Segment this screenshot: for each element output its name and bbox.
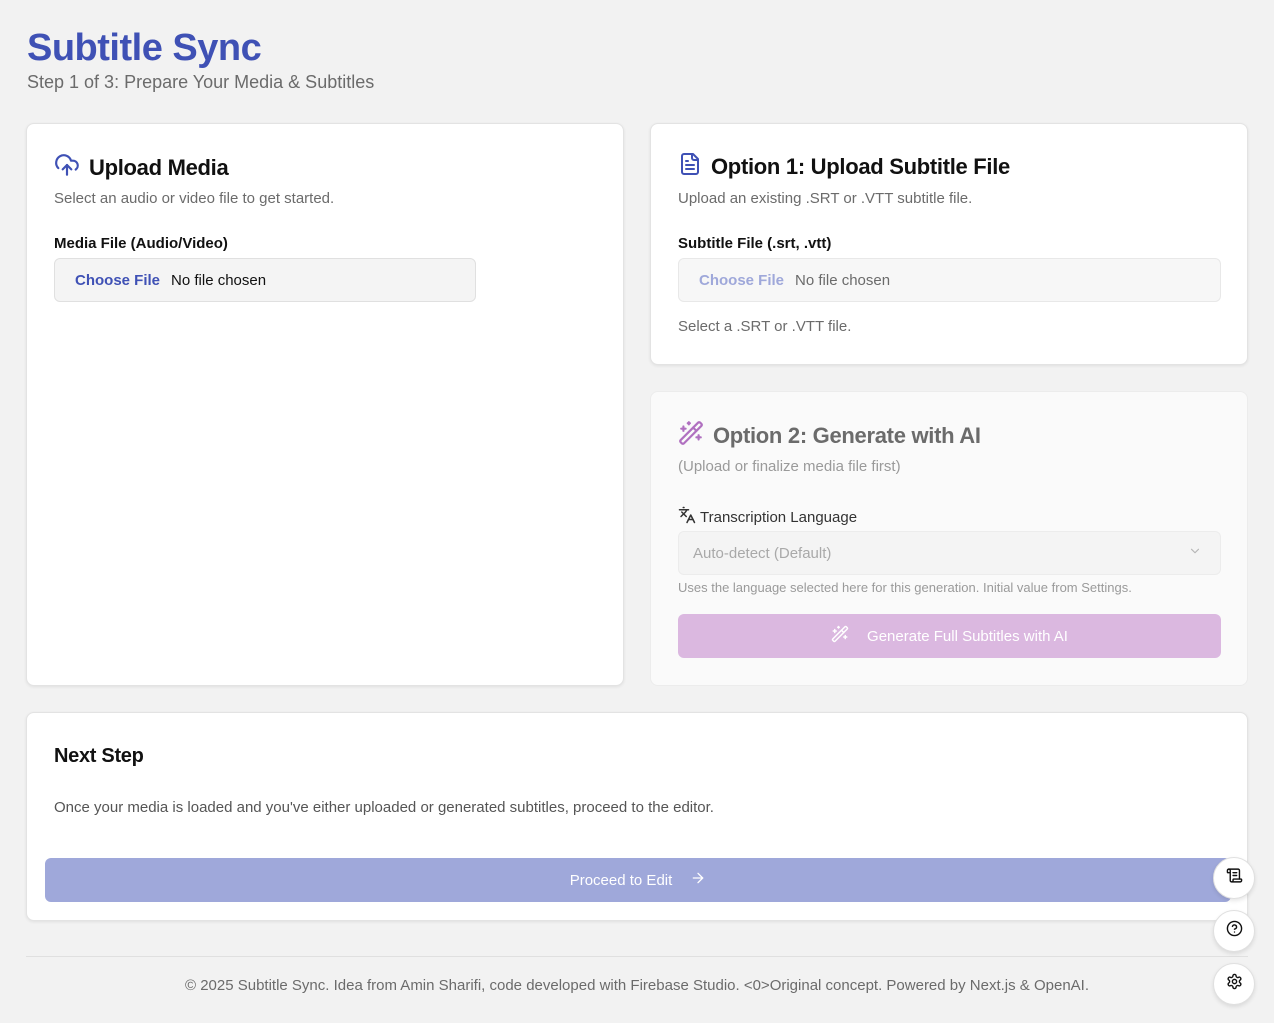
generate-ai-header: Option 2: Generate with AI [678,420,981,451]
subtitle-file-status: No file chosen [795,271,891,289]
subtitle-file-card: Option 1: Upload Subtitle File Upload an… [650,123,1248,365]
proceed-to-edit-button[interactable]: Proceed to Edit [45,858,1231,902]
magic-wand-icon [831,625,867,647]
scroll-log-button[interactable] [1213,857,1255,899]
language-selected-value: Auto-detect (Default) [693,544,832,562]
media-file-input[interactable]: Choose File No file chosen [54,258,476,302]
generate-subtitles-button[interactable]: Generate Full Subtitles with AI [678,614,1221,658]
generate-subtitles-label: Generate Full Subtitles with AI [867,627,1068,645]
subtitle-file-label: Subtitle File (.srt, .vtt) [678,235,832,252]
media-file-label: Media File (Audio/Video) [54,235,228,252]
media-file-status: No file chosen [171,271,267,289]
settings-button[interactable] [1213,963,1255,1005]
language-note: Uses the language selected here for this… [678,580,1132,595]
arrow-right-icon [672,870,706,890]
upload-media-card: Upload Media Select an audio or video fi… [26,123,624,686]
subtitle-file-header: Option 1: Upload Subtitle File [678,152,1010,181]
subtitle-choose-file-button[interactable]: Choose File [699,272,784,289]
magic-wand-icon [678,420,713,451]
generate-ai-title: Option 2: Generate with AI [713,422,981,448]
next-step-description: Once your media is loaded and you've eit… [54,799,714,816]
gear-icon [1226,973,1243,995]
upload-media-title: Upload Media [89,154,229,180]
subtitle-file-description: Upload an existing .SRT or .VTT subtitle… [678,190,973,207]
help-button[interactable] [1213,910,1255,952]
next-step-card: Next Step Once your media is loaded and … [26,712,1248,921]
proceed-to-edit-label: Proceed to Edit [569,871,673,889]
cloud-upload-icon [54,152,89,183]
upload-media-description: Select an audio or video file to get sta… [54,190,335,207]
next-step-title: Next Step [54,745,144,767]
subtitle-file-title: Option 1: Upload Subtitle File [711,153,1010,179]
footer-text: © 2025 Subtitle Sync. Idea from Amin Sha… [184,977,1090,994]
help-circle-icon [1226,920,1243,942]
translate-icon [678,506,700,528]
upload-media-header: Upload Media [54,152,229,183]
app-title: Subtitle Sync [27,27,262,69]
transcription-language-select[interactable]: Auto-detect (Default) [678,531,1221,575]
step-subtitle: Step 1 of 3: Prepare Your Media & Subtit… [27,72,375,92]
transcription-language-text: Transcription Language [700,508,858,526]
media-choose-file-button[interactable]: Choose File [75,272,160,289]
transcription-language-label: Transcription Language [678,506,857,528]
subtitle-file-hint: Select a .SRT or .VTT file. [678,318,852,335]
generate-ai-card: Option 2: Generate with AI (Upload or fi… [650,391,1248,686]
file-text-icon [678,152,711,181]
generate-ai-description: (Upload or finalize media file first) [678,458,901,475]
chevron-down-icon [1188,544,1202,562]
subtitle-file-input[interactable]: Choose File No file chosen [678,258,1221,302]
scroll-text-icon [1226,867,1243,889]
footer-divider [26,956,1248,957]
